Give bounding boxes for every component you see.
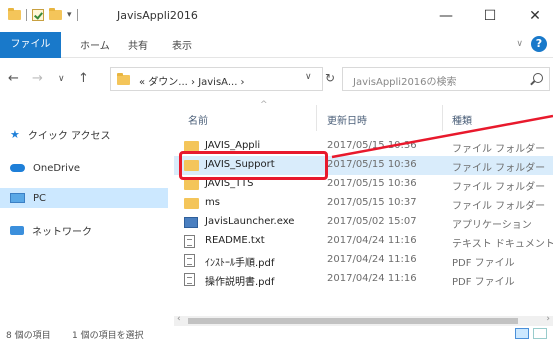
search-box[interactable]: JavisAppli2016の検索 [342,67,550,91]
file-name: README.txt [205,235,265,246]
window-title: JavisAppli2016 [117,9,198,22]
column-divider[interactable] [442,105,443,131]
application-icon [184,217,198,228]
column-header-name[interactable]: 名前 [188,112,208,127]
file-name: ms [205,197,220,208]
help-icon[interactable]: ? [531,36,547,52]
file-type: PDF ファイル [452,277,515,288]
selected-count: 1 個の項目を選択 [72,331,144,341]
refresh-icon[interactable]: ↻ [325,71,335,85]
new-folder-icon[interactable] [49,8,62,20]
tab-home[interactable]: ホーム [80,37,110,57]
ribbon-tabs: ファイル ホーム 共有 表示 ∨ ? [0,32,553,58]
sidebar-item-label: PC [33,192,47,204]
table-row[interactable]: 操作説明書.pdf 2017/04/24 11:16 PDF ファイル [174,270,553,289]
sidebar-item-quick-access[interactable]: ★ クイック アクセス [10,124,111,144]
file-type: ファイル フォルダー [452,144,546,155]
folder-icon [117,73,130,85]
breadcrumb[interactable]: « ダウン... › JavisA... › [139,73,245,88]
sidebar-item-label: OneDrive [33,162,81,174]
toolbar-separator [76,9,78,21]
pdf-document-icon [184,273,195,286]
back-arrow-icon[interactable]: ← [8,71,19,86]
file-date: 2017/05/15 10:36 [327,159,417,170]
sort-ascending-icon: ^ [260,100,268,110]
item-count: 8 個の項目 [6,331,51,341]
table-row[interactable]: ｲﾝｽﾄｰﾙ手順.pdf 2017/04/24 11:16 PDF ファイル [174,251,553,270]
column-header-date[interactable]: 更新日時 [327,112,367,127]
tab-share[interactable]: 共有 [128,37,148,57]
address-dropdown-icon[interactable]: ∨ [305,72,312,82]
cloud-icon [10,164,25,172]
file-date: 2017/04/24 11:16 [327,254,417,265]
file-type: テキスト ドキュメント [452,239,553,250]
address-bar[interactable]: « ダウン... › JavisA... › [110,67,323,91]
table-row[interactable]: ms 2017/05/15 10:37 ファイル フォルダー [174,194,553,213]
up-arrow-icon[interactable]: ↑ [78,71,89,86]
status-bar: 8 個の項目 1 個の項目を選択 [0,326,553,342]
table-row[interactable]: JavisLauncher.exe 2017/05/02 15:07 アプリケー… [174,213,553,232]
star-icon: ★ [10,127,20,141]
customize-dropdown-icon[interactable]: ▾ [67,10,72,20]
file-date: 2017/05/15 10:36 [327,140,417,151]
file-type: ファイル フォルダー [452,201,546,212]
file-list: 名前 ^ 更新日時 種類 JAVIS_Appli 2017/05/15 10:3… [174,100,553,316]
sidebar-item-label: クイック アクセス [27,130,111,142]
file-date: 2017/05/15 10:36 [327,178,417,189]
search-input[interactable]: JavisAppli2016の検索 [353,73,457,88]
file-type: アプリケーション [452,220,532,231]
highlight-box [179,151,328,180]
title-bar: ▾ JavisAppli2016 — ☐ ✕ [0,0,553,32]
horizontal-scrollbar[interactable]: ‹ › [174,314,553,326]
properties-icon[interactable] [32,9,44,21]
file-type: PDF ファイル [452,258,515,269]
forward-arrow-icon[interactable]: → [32,71,43,86]
file-date: 2017/04/24 11:16 [327,235,417,246]
file-name: ｲﾝｽﾄｰﾙ手順.pdf [205,258,275,269]
file-name: JAVIS_Appli [205,140,261,151]
scroll-right-icon[interactable]: › [546,314,550,324]
quick-access-toolbar: ▾ [8,8,78,21]
file-type: ファイル フォルダー [452,163,546,174]
sidebar-item-onedrive[interactable]: OneDrive [10,158,80,178]
file-date: 2017/04/24 11:16 [327,273,417,284]
network-icon [10,225,24,235]
large-icons-view-icon[interactable] [533,328,547,339]
navigation-pane: ★ クイック アクセス OneDrive PC ネットワーク [0,100,174,316]
table-row[interactable]: README.txt 2017/04/24 11:16 テキスト ドキュメント [174,232,553,251]
recent-dropdown-icon[interactable]: ∨ [58,74,65,84]
folder-icon [184,179,199,190]
details-view-icon[interactable] [515,328,529,339]
scrollbar-thumb[interactable] [188,318,518,324]
pdf-document-icon [184,254,195,267]
tab-view[interactable]: 表示 [172,37,192,57]
folder-icon [184,198,199,209]
column-divider[interactable] [316,105,317,131]
maximize-button[interactable]: ☐ [480,6,500,26]
address-row: ← → ∨ ↑ « ダウン... › JavisA... › ∨ ↻ Javis… [0,58,553,100]
toolbar-separator [26,9,27,21]
sidebar-item-network[interactable]: ネットワーク [10,220,92,240]
file-type: ファイル フォルダー [452,182,546,193]
sidebar-item-label: ネットワーク [32,226,92,238]
search-icon [533,73,543,83]
pc-icon [10,193,25,203]
scroll-left-icon[interactable]: ‹ [177,314,181,324]
text-document-icon [184,235,195,248]
sidebar-item-pc[interactable]: PC [0,188,168,208]
file-date: 2017/05/02 15:07 [327,216,417,227]
folder-icon [8,8,21,20]
column-header-type[interactable]: 種類 [452,112,472,127]
close-button[interactable]: ✕ [525,6,545,26]
file-name: 操作説明書.pdf [205,277,275,288]
file-name: JavisLauncher.exe [205,216,295,227]
file-date: 2017/05/15 10:37 [327,197,417,208]
minimize-button[interactable]: — [436,6,456,26]
chevron-down-icon[interactable]: ∨ [516,39,523,49]
tab-file[interactable]: ファイル [0,32,61,58]
